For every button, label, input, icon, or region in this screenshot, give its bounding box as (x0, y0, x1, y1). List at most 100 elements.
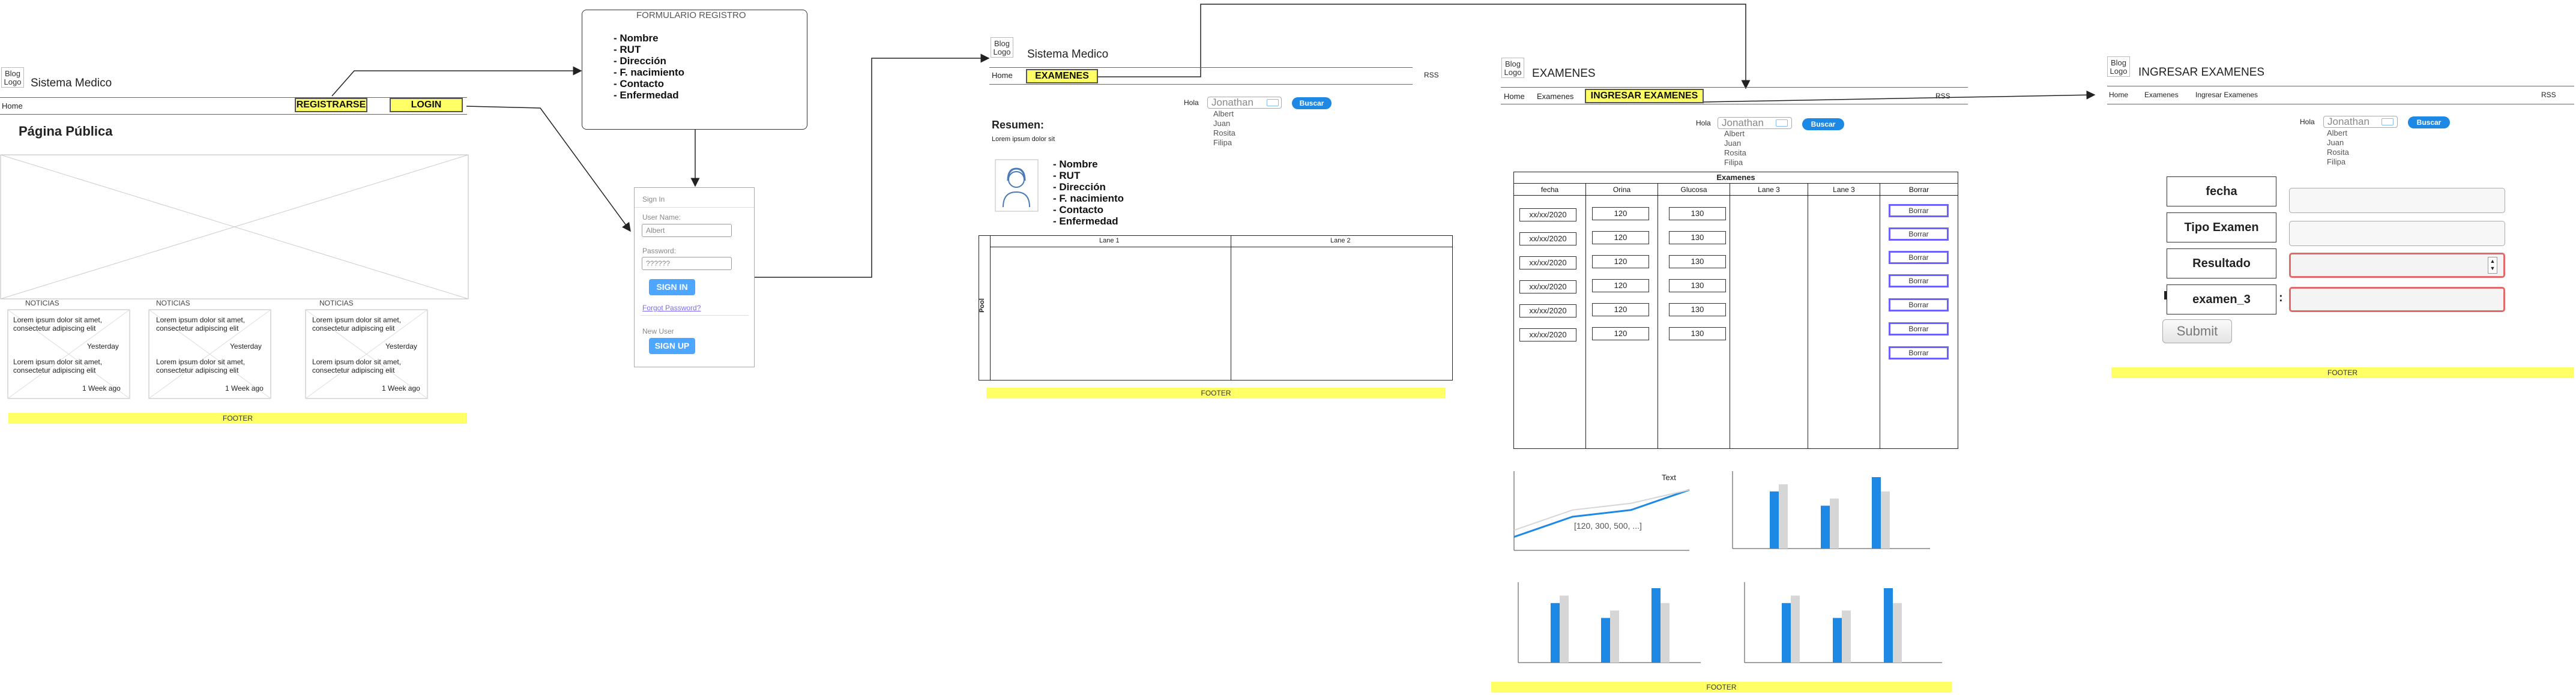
line-chart-label: [120, 300, 500, ...] (1574, 521, 1642, 531)
orina-cell[interactable]: 120 (1592, 303, 1649, 316)
suggestion-item[interactable]: Albert (1724, 129, 1746, 139)
bar (1830, 498, 1839, 549)
news-item[interactable]: Lorem ipsum dolor sit amet, consectetur … (312, 316, 420, 332)
nav-home[interactable]: Home (1504, 92, 1525, 101)
tipo-examen-input[interactable] (2289, 221, 2505, 246)
glucosa-cell[interactable]: 130 (1669, 207, 1726, 220)
sign-in-button[interactable]: SIGN IN (649, 279, 695, 295)
orina-cell[interactable]: 120 (1592, 231, 1649, 244)
suggestion-item[interactable]: Rosita (2327, 148, 2349, 157)
chevron-down-icon[interactable] (1267, 99, 1279, 106)
hola-label: Hola (1696, 119, 1711, 127)
nav-home[interactable]: Home (2, 101, 23, 110)
news-item[interactable]: Lorem ipsum dolor sit amet, consectetur … (13, 316, 121, 332)
arrow-ingresar-to-screen4 (1703, 90, 2096, 103)
news-card: NOTICIAS Lorem ipsum dolor sit amet, con… (7, 299, 130, 401)
col-header: fecha (1540, 185, 1559, 194)
orina-cell[interactable]: 120 (1592, 327, 1649, 340)
blog-logo: Blog Logo (2107, 56, 2130, 77)
date-cell: xx/xx/2020 (1519, 232, 1576, 245)
suggestion-item[interactable]: Filipa (2327, 157, 2349, 167)
username-field[interactable]: Albert (642, 224, 732, 237)
buscar-button[interactable]: Buscar (2408, 116, 2450, 128)
glucosa-cell[interactable]: 130 (1669, 231, 1726, 244)
news-item[interactable]: Lorem ipsum dolor sit amet, consectetur … (156, 358, 264, 375)
hola-label: Hola (2300, 118, 2315, 126)
forgot-password-link[interactable]: Forgot Password? (642, 304, 701, 312)
suggestion-item[interactable]: Filipa (1213, 138, 1235, 148)
glucosa-cell[interactable]: 130 (1669, 255, 1726, 268)
submit-button[interactable]: Submit (2162, 319, 2232, 343)
suggestion-item[interactable]: Juan (1724, 139, 1746, 148)
news-label: NOTICIAS (156, 299, 190, 307)
borrar-button[interactable]: Borrar (1889, 204, 1949, 217)
fecha-input[interactable] (2289, 188, 2505, 213)
news-item[interactable]: Lorem ipsum dolor sit amet, consectetur … (312, 358, 420, 375)
bar (1821, 505, 1830, 549)
nav-home[interactable]: Home (992, 71, 1013, 80)
pool-diagram: Pool Lane 1 Lane 2 (979, 235, 1453, 381)
orina-cell[interactable]: 120 (1592, 279, 1649, 292)
borrar-label: Borrar (1890, 348, 1947, 358)
nav-examenes[interactable]: Examenes (2144, 91, 2179, 99)
username-label: User Name: (642, 213, 681, 221)
field-contacto: - Contacto (614, 78, 665, 89)
news-item[interactable]: Lorem ipsum dolor sit amet, consectetur … (156, 316, 264, 332)
ingresar-examenes-button[interactable]: INGRESAR EXAMENES (1585, 89, 1704, 103)
app-title: INGRESAR EXAMENES (2138, 66, 2265, 79)
glucosa-cell[interactable]: 130 (1669, 327, 1726, 340)
stepper-icon[interactable]: ▲ ▼ (2488, 257, 2497, 274)
borrar-button[interactable]: Borrar (1889, 251, 1949, 264)
rss-link[interactable]: RSS (1935, 92, 1950, 100)
footer: FOOTER (8, 413, 467, 424)
arrow-examenes-to-screen3 (1097, 4, 1751, 89)
news-item[interactable]: Lorem ipsum dolor sit amet, consectetur … (13, 358, 121, 375)
orina-cell[interactable]: 120 (1592, 255, 1649, 268)
glucosa-cell[interactable]: 130 (1669, 303, 1726, 316)
borrar-button[interactable]: Borrar (1889, 346, 1949, 360)
borrar-button[interactable]: Borrar (1889, 322, 1949, 335)
suggestion-item[interactable]: Rosita (1213, 128, 1235, 138)
field-direccion: - Dirección (614, 55, 666, 67)
suggestion-item[interactable]: Filipa (1724, 158, 1746, 167)
buscar-button[interactable]: Buscar (1292, 97, 1332, 109)
sign-up-button[interactable]: SIGN UP (649, 338, 695, 354)
bar (1560, 595, 1569, 663)
examenes-button[interactable]: EXAMENES (1026, 69, 1098, 83)
nav-home[interactable]: Home (2109, 91, 2128, 99)
nav-ingresar-examenes[interactable]: Ingresar Examenes (2195, 91, 2258, 99)
buscar-button[interactable]: Buscar (1802, 118, 1844, 130)
borrar-button[interactable]: Borrar (1889, 298, 1949, 311)
chevron-down-icon[interactable] (1776, 119, 1788, 127)
glucosa-cell[interactable]: 130 (1669, 279, 1726, 292)
bar (1893, 603, 1902, 663)
news-date: 1 Week ago (382, 384, 420, 393)
bar-chart (1744, 582, 1942, 663)
login-button[interactable]: LOGIN (390, 98, 463, 112)
orina-cell[interactable]: 120 (1592, 207, 1649, 220)
borrar-button[interactable]: Borrar (1889, 274, 1949, 287)
field-nombre: - Nombre (614, 32, 659, 44)
page-heading: Página Pública (19, 124, 113, 139)
suggestion-item[interactable]: Albert (1213, 109, 1235, 119)
tipo-examen-label: Tipo Examen (2167, 212, 2276, 242)
hola-label: Hola (1184, 98, 1199, 107)
suggestion-item[interactable]: Albert (2327, 128, 2349, 138)
registrarse-button[interactable]: REGISTRARSE (295, 98, 367, 112)
registro-fields: - Nombre - RUT - Dirección - F. nacimien… (614, 32, 684, 101)
chevron-down-icon[interactable] (2381, 118, 2394, 125)
resultado-input[interactable]: ▲ ▼ (2289, 253, 2505, 278)
nav-examenes[interactable]: Examenes (1537, 92, 1573, 101)
suggestion-item[interactable]: Rosita (1724, 148, 1746, 158)
examen-3-input[interactable] (2289, 287, 2505, 312)
col-header: Glucosa (1680, 185, 1707, 194)
app-title: Sistema Medico (31, 77, 112, 89)
suggestion-item[interactable]: Juan (2327, 138, 2349, 148)
bar-chart (1518, 582, 1701, 663)
borrar-button[interactable]: Borrar (1889, 227, 1949, 241)
password-field[interactable]: ?????? (642, 257, 732, 270)
suggestion-item[interactable]: Juan (1213, 119, 1235, 128)
user-avatar-icon (995, 159, 1039, 212)
rss-link[interactable]: RSS (1424, 71, 1439, 79)
rss-link[interactable]: RSS (2541, 91, 2556, 99)
